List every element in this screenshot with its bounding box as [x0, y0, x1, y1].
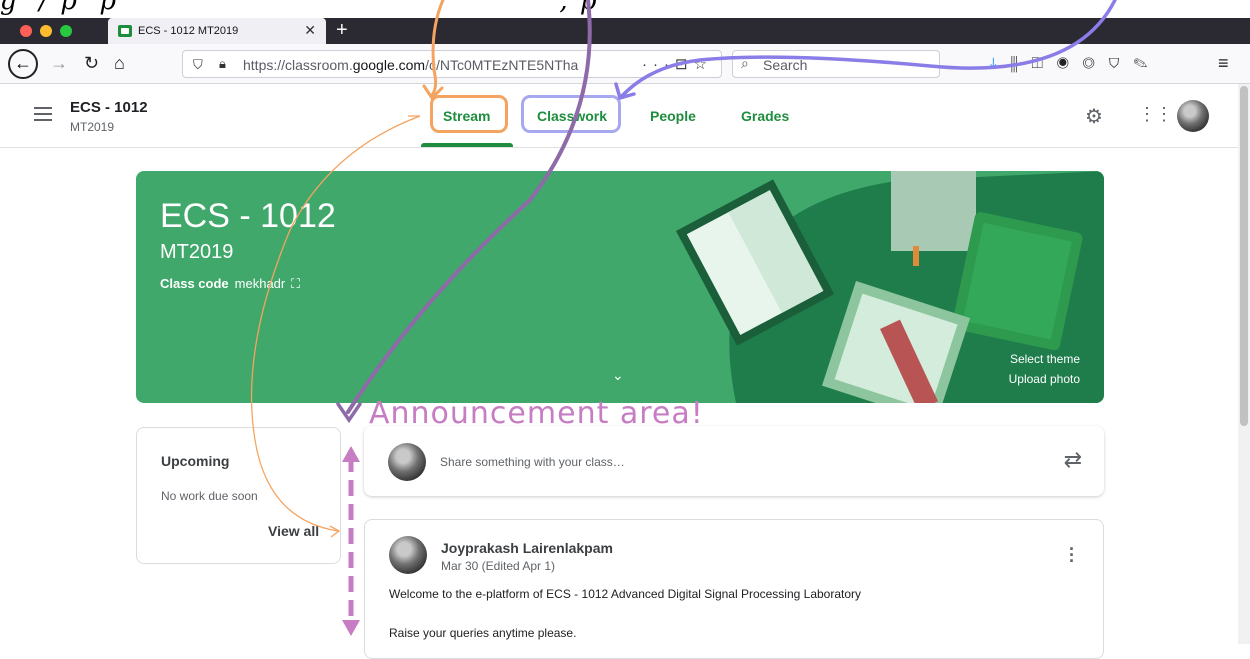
classroom-app: ECS - 1012 MT2019 Stream Classwork Peopl…: [0, 84, 1238, 659]
class-section: MT2019: [70, 120, 115, 134]
forward-arrow-icon[interactable]: →: [50, 53, 68, 74]
search-placeholder: Search: [763, 57, 808, 73]
fullscreen-icon: ⛶: [290, 276, 300, 291]
reload-icon[interactable]: ↻: [84, 53, 99, 74]
new-tab-icon[interactable]: +: [336, 19, 348, 42]
author-avatar: [389, 536, 427, 574]
post-date: Mar 30 (Edited Apr 1): [441, 559, 556, 573]
upcoming-empty-text: No work due soon: [161, 489, 258, 503]
url-text[interactable]: https://classroom.google.com/c/NTc0MTEzN…: [243, 57, 578, 73]
banner-title: ECS - 1012: [160, 197, 336, 235]
menu-icon[interactable]: ≡: [1218, 53, 1229, 74]
search-bar[interactable]: ⌕ Search: [732, 50, 940, 78]
window-minimize-button[interactable]: [40, 25, 52, 37]
post-author: Joyprakash Lairenlakpam: [441, 540, 613, 556]
lock-icon[interactable]: 🔒︎: [219, 56, 226, 72]
page-scrollbar[interactable]: [1238, 84, 1250, 644]
window-zoom-button[interactable]: [60, 25, 72, 37]
repost-icon[interactable]: ⇄: [1064, 447, 1082, 473]
annotation-stream-highlight: [430, 95, 508, 133]
banner-subtitle: MT2019: [160, 241, 234, 263]
annotation-top-strip: g / p p , p: [0, 0, 1250, 18]
page-actions-icons[interactable]: ···⊡☆: [642, 55, 713, 73]
back-arrow-icon[interactable]: ←: [8, 49, 38, 79]
annotation-classwork-highlight: [521, 95, 621, 133]
active-tab-indicator: [421, 143, 513, 147]
select-theme-link[interactable]: Select theme: [1010, 352, 1080, 366]
chevron-down-icon[interactable]: ⌄: [612, 367, 624, 384]
user-avatar: [388, 443, 426, 481]
class-banner: ECS - 1012 MT2019 Class code mekhadr ⛶ Se…: [136, 171, 1104, 403]
tab-people[interactable]: People: [650, 108, 696, 124]
tab-close-icon[interactable]: ✕: [304, 22, 316, 39]
annotation-scribble: g / p p , p: [0, 0, 599, 16]
upcoming-card: Upcoming No work due soon View all: [136, 427, 341, 564]
classroom-favicon-icon: [118, 25, 132, 37]
tab-grades[interactable]: Grades: [741, 108, 789, 124]
upcoming-title: Upcoming: [161, 453, 230, 469]
download-icon: ⤓: [990, 55, 1011, 72]
share-placeholder[interactable]: Share something with your class…: [440, 455, 625, 469]
settings-gear-icon[interactable]: ⚙: [1085, 104, 1103, 129]
tracking-shield-icon[interactable]: ⛉: [193, 57, 203, 73]
class-name[interactable]: ECS - 1012: [70, 99, 148, 116]
upload-photo-link[interactable]: Upload photo: [1009, 372, 1080, 386]
toolbar-icons[interactable]: ⤓⫼◫◉◎⛉✎: [990, 55, 1161, 72]
class-code: Class code mekhadr ⛶: [160, 276, 300, 291]
window-close-button[interactable]: [20, 25, 32, 37]
annotation-announcement-label: Announcement area!: [369, 396, 704, 431]
address-bar[interactable]: ⛉ 🔒︎ https://classroom.google.com/c/NTc0…: [182, 50, 722, 78]
class-code-value: mekhadr: [234, 276, 286, 291]
home-icon[interactable]: ⌂: [114, 53, 125, 74]
post-body-line1: Welcome to the e-platform of ECS - 1012 …: [389, 587, 862, 601]
search-icon: ⌕: [741, 55, 749, 71]
browser-tab-bar: ECS - 1012 MT2019 ✕ +: [0, 18, 1250, 44]
browser-tab-title: ECS - 1012 MT2019: [138, 25, 239, 37]
post-body-line2: Raise your queries anytime please.: [389, 626, 577, 640]
classroom-header: ECS - 1012 MT2019 Stream Classwork Peopl…: [0, 84, 1238, 148]
browser-nav-bar: ← → ↻ ⌂ ⛉ 🔒︎ https://classroom.google.co…: [0, 44, 1250, 84]
account-avatar[interactable]: [1177, 100, 1209, 132]
scrollbar-thumb[interactable]: [1240, 86, 1248, 426]
share-box[interactable]: Share something with your class… ⇄: [364, 426, 1104, 496]
hamburger-menu-icon[interactable]: [34, 107, 52, 121]
announcement-post: Joyprakash Lairenlakpam Mar 30 (Edited A…: [364, 519, 1104, 659]
browser-tab[interactable]: ECS - 1012 MT2019 ✕: [108, 18, 326, 44]
more-vert-icon[interactable]: · · ·: [1069, 540, 1075, 570]
view-all-link[interactable]: View all: [268, 523, 319, 539]
